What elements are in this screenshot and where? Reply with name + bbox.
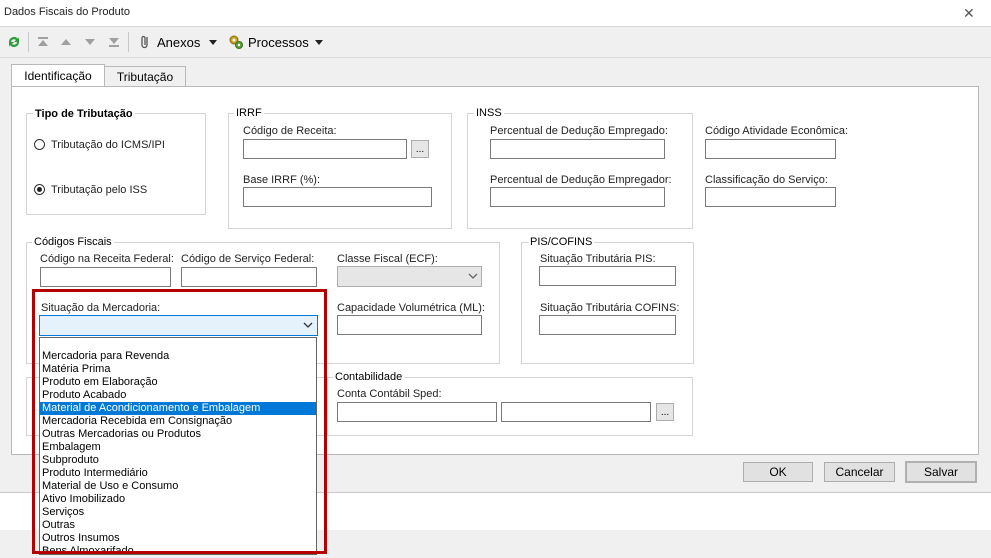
field-label: Percentual de Dedução Empregador:	[490, 174, 672, 186]
close-icon[interactable]: ✕	[963, 5, 975, 22]
dropdown-option[interactable]: Subproduto	[40, 454, 316, 467]
dropdown-option[interactable]: Produto Acabado	[40, 389, 316, 402]
radio-icms-ipi[interactable]	[34, 139, 45, 150]
paperclip-icon[interactable]	[137, 34, 153, 50]
perc-empregado-input[interactable]	[490, 139, 665, 159]
codigo-receita-lookup-button[interactable]: ...	[411, 140, 429, 158]
conta-contabil-desc-input[interactable]	[501, 402, 651, 422]
codigo-receita-federal-input[interactable]	[40, 267, 171, 287]
field-label: Código na Receita Federal:	[40, 253, 174, 265]
field-label: Código Atividade Econômica:	[705, 125, 849, 137]
codigo-servico-federal-input[interactable]	[181, 267, 317, 287]
dropdown-option[interactable]: Outras	[40, 519, 316, 532]
dropdown-option[interactable]: Material de Acondicionamento e Embalagem	[40, 402, 316, 415]
radio-label: Tributação do ICMS/IPI	[51, 139, 165, 151]
toolbar-separator	[128, 32, 129, 52]
chevron-down-icon	[468, 273, 478, 279]
situacao-mercadoria-dropdown[interactable]: Mercadoria para Revenda Matéria Prima Prod…	[39, 337, 317, 555]
field-label: Capacidade Volumétrica (ML):	[337, 302, 485, 314]
dropdown-option[interactable]: Mercadoria para Revenda	[40, 350, 316, 363]
group-title: PIS/COFINS	[528, 236, 595, 248]
processos-menu[interactable]: Processos	[248, 35, 309, 50]
field-label: Classificação do Serviço:	[705, 174, 828, 186]
previous-record-icon[interactable]	[58, 34, 74, 50]
field-label: Classe Fiscal (ECF):	[337, 253, 438, 265]
chevron-down-icon	[303, 322, 313, 328]
dropdown-option[interactable]: Material de Uso e Consumo	[40, 480, 316, 493]
perc-empregador-input[interactable]	[490, 187, 665, 207]
radio-iss[interactable]	[34, 184, 45, 195]
last-record-icon[interactable]	[106, 34, 122, 50]
tab-identificacao[interactable]: Identificação	[11, 64, 105, 87]
window-title: Dados Fiscais do Produto	[4, 6, 130, 18]
radio-label: Tributação pelo ISS	[51, 184, 148, 196]
dropdown-option[interactable]: Outras Mercadorias ou Produtos	[40, 428, 316, 441]
chevron-down-icon[interactable]	[315, 40, 323, 45]
dropdown-option[interactable]: Produto Intermediário	[40, 467, 316, 480]
anexos-menu[interactable]: Anexos	[157, 35, 200, 50]
classe-fiscal-select[interactable]	[337, 266, 482, 287]
chevron-down-icon[interactable]	[209, 40, 217, 45]
next-record-icon[interactable]	[82, 34, 98, 50]
dropdown-option[interactable]: Bens Almoxarifado	[40, 545, 316, 554]
field-label: Situação da Mercadoria:	[41, 302, 161, 314]
field-label: Situação Tributária PIS:	[540, 253, 656, 265]
pis-input[interactable]	[539, 266, 676, 286]
field-label: Código de Receita:	[243, 125, 337, 137]
codigo-atividade-input[interactable]	[705, 139, 836, 159]
toolbar-separator	[28, 32, 29, 52]
group-title: Contabilidade	[333, 371, 405, 383]
title-bar: Dados Fiscais do Produto ✕	[0, 0, 991, 27]
dropdown-option[interactable]: Serviços	[40, 506, 316, 519]
group-title: Tipo de Tributação	[33, 108, 135, 120]
ok-button[interactable]: OK	[743, 462, 813, 482]
salvar-button[interactable]: Salvar	[905, 461, 977, 483]
dropdown-items: Mercadoria para Revenda Matéria Prima Prod…	[40, 350, 316, 554]
cancelar-button[interactable]: Cancelar	[824, 462, 895, 482]
group-title: IRRF	[234, 107, 264, 119]
capacidade-input[interactable]	[337, 315, 482, 335]
field-label: Conta Contábil Sped:	[337, 388, 442, 400]
conta-contabil-input[interactable]	[337, 402, 497, 422]
first-record-icon[interactable]	[35, 34, 51, 50]
field-label: Base IRRF (%):	[243, 174, 321, 186]
tab-tributacao[interactable]: Tributação	[104, 66, 186, 87]
group-title: Códigos Fiscais	[32, 236, 114, 248]
dropdown-option[interactable]: Outros Insumos	[40, 532, 316, 545]
dropdown-option[interactable]: Mercadoria Recebida em Consignação	[40, 415, 316, 428]
conta-lookup-button[interactable]: ...	[656, 403, 674, 421]
field-label: Situação Tributária COFINS:	[540, 302, 680, 314]
tipo-tributacao-group	[26, 113, 206, 215]
cofins-input[interactable]	[539, 315, 676, 335]
codigo-receita-input[interactable]	[243, 139, 407, 159]
tab-label: Identificação	[24, 69, 92, 83]
dropdown-option[interactable]: Embalagem	[40, 441, 316, 454]
dropdown-option[interactable]: Ativo Imobilizado	[40, 493, 316, 506]
dropdown-option[interactable]: Produto em Elaboração	[40, 376, 316, 389]
toolbar: Anexos Processos	[0, 27, 991, 58]
base-irrf-input[interactable]	[243, 187, 432, 207]
group-title: INSS	[474, 107, 504, 119]
gears-icon[interactable]	[228, 34, 244, 50]
refresh-icon[interactable]	[6, 34, 22, 50]
situacao-mercadoria-select[interactable]	[39, 315, 318, 336]
radio-selected-dot	[37, 187, 42, 192]
tab-label: Tributação	[116, 70, 174, 84]
field-label: Código de Serviço Federal:	[181, 253, 315, 265]
classificacao-input[interactable]	[705, 187, 836, 207]
dropdown-option[interactable]: Matéria Prima	[40, 363, 316, 376]
field-label: Percentual de Dedução Empregado:	[490, 125, 668, 137]
